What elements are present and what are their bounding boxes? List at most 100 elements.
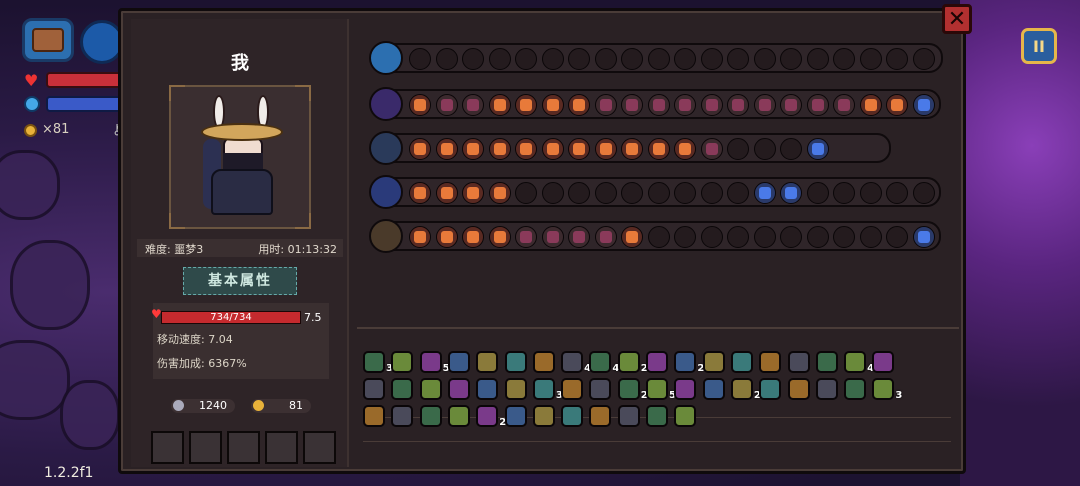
inventory-item[interactable] — [363, 405, 385, 427]
spell-slot[interactable] — [859, 94, 882, 116]
spell-slot[interactable] — [594, 94, 617, 116]
ice-staff-icon[interactable] — [369, 131, 403, 165]
spell-slot[interactable] — [594, 138, 617, 160]
spell-slot[interactable] — [806, 138, 829, 160]
empty-spell-slot[interactable] — [806, 48, 829, 70]
empty-spell-slot[interactable] — [912, 48, 935, 70]
empty-spell-slot[interactable] — [806, 226, 829, 248]
empty-spell-slot[interactable] — [647, 182, 670, 204]
inventory-item[interactable]: 4 — [561, 351, 591, 374]
empty-spell-slot[interactable] — [700, 48, 723, 70]
inventory-item[interactable] — [674, 378, 697, 400]
empty-spell-slot[interactable] — [541, 182, 564, 204]
spell-slot[interactable] — [541, 94, 564, 116]
spell-slot[interactable] — [674, 138, 696, 160]
spell-slot[interactable] — [409, 226, 431, 248]
spell-slot[interactable] — [886, 94, 908, 116]
inventory-item[interactable] — [447, 351, 470, 373]
inventory-item[interactable] — [872, 351, 895, 373]
empty-spell-slot[interactable] — [753, 226, 776, 248]
inventory-item[interactable] — [561, 405, 584, 427]
spell-slot[interactable] — [568, 226, 590, 248]
spell-slot[interactable] — [780, 182, 802, 204]
blue-staff-icon[interactable] — [369, 175, 403, 209]
empty-spell-slot[interactable] — [806, 182, 829, 204]
empty-spell-slot[interactable] — [700, 182, 723, 204]
spell-slot[interactable] — [912, 226, 935, 248]
inventory-item[interactable] — [504, 351, 527, 373]
empty-spell-slot[interactable] — [541, 48, 564, 70]
spell-slot[interactable] — [462, 138, 484, 160]
empty-spell-slot[interactable] — [833, 48, 855, 70]
spell-slot[interactable] — [462, 226, 484, 248]
inventory-item[interactable] — [787, 378, 810, 400]
inventory-item[interactable] — [532, 351, 555, 373]
empty-spell-slot[interactable] — [753, 138, 776, 160]
inventory-item[interactable]: 3 — [532, 378, 563, 401]
inventory-item[interactable]: 3 — [872, 378, 902, 401]
spell-slot[interactable] — [647, 94, 670, 116]
inventory-item[interactable] — [730, 351, 753, 373]
attributes-tab[interactable]: 基本属性 — [183, 267, 297, 295]
spell-slot[interactable] — [409, 94, 431, 116]
empty-spell-slot[interactable] — [753, 48, 776, 70]
empty-spell-slot[interactable] — [886, 226, 908, 248]
empty-spell-slot[interactable] — [780, 138, 802, 160]
empty-spell-slot[interactable] — [859, 182, 882, 204]
spell-slot[interactable] — [647, 138, 670, 160]
empty-spell-slot[interactable] — [727, 138, 749, 160]
inventory-item[interactable] — [447, 378, 470, 400]
close-button[interactable]: ✕ — [942, 4, 972, 34]
spell-slot[interactable] — [912, 94, 935, 116]
spell-slot[interactable] — [621, 138, 643, 160]
inventory-item[interactable] — [674, 405, 697, 427]
inventory-item[interactable] — [504, 378, 527, 400]
inventory-item[interactable] — [759, 378, 782, 400]
spell-slot[interactable] — [621, 226, 643, 248]
inventory-item[interactable] — [476, 351, 499, 373]
purple-staff-icon[interactable] — [369, 87, 403, 121]
spell-slot[interactable] — [409, 182, 431, 204]
spell-slot[interactable] — [435, 182, 458, 204]
spell-slot[interactable] — [568, 94, 590, 116]
empty-spell-slot[interactable] — [886, 48, 908, 70]
inventory-item[interactable] — [476, 378, 499, 400]
inventory-item[interactable] — [419, 378, 442, 400]
chest-icon[interactable] — [22, 18, 74, 62]
empty-spell-slot[interactable] — [674, 48, 696, 70]
equip-slot[interactable] — [189, 431, 222, 464]
inventory-item[interactable] — [419, 405, 442, 427]
empty-spell-slot[interactable] — [674, 182, 696, 204]
inventory-item[interactable] — [844, 378, 867, 400]
empty-spell-slot[interactable] — [727, 182, 749, 204]
inventory-item[interactable]: 3 — [363, 351, 393, 374]
inventory-item[interactable] — [589, 405, 612, 427]
inventory-item[interactable] — [617, 405, 640, 427]
spell-slot[interactable] — [409, 138, 431, 160]
spell-slot[interactable] — [621, 94, 643, 116]
empty-spell-slot[interactable] — [780, 48, 802, 70]
inventory-item[interactable]: 2 — [617, 378, 648, 401]
spell-slot[interactable] — [515, 138, 537, 160]
empty-spell-slot[interactable] — [515, 182, 537, 204]
spell-slot[interactable] — [806, 94, 829, 116]
spell-slot[interactable] — [674, 94, 696, 116]
empty-spell-slot[interactable] — [859, 48, 882, 70]
inventory-item[interactable] — [391, 378, 414, 400]
spell-slot[interactable] — [541, 226, 564, 248]
spell-slot[interactable] — [435, 94, 458, 116]
empty-spell-slot[interactable] — [462, 48, 484, 70]
spell-slot[interactable] — [700, 94, 723, 116]
equip-slot[interactable] — [303, 431, 336, 464]
inventory-item[interactable]: 4 — [589, 351, 619, 374]
inventory-item[interactable] — [815, 351, 838, 373]
inventory-item[interactable] — [532, 405, 555, 427]
inventory-item[interactable] — [646, 405, 668, 427]
inventory-item[interactable]: 5 — [419, 351, 450, 374]
equip-slot[interactable] — [151, 431, 184, 464]
empty-spell-slot[interactable] — [727, 226, 749, 248]
empty-spell-slot[interactable] — [833, 182, 855, 204]
empty-spell-slot[interactable] — [568, 48, 590, 70]
empty-spell-slot[interactable] — [700, 226, 723, 248]
empty-spell-slot[interactable] — [568, 182, 590, 204]
